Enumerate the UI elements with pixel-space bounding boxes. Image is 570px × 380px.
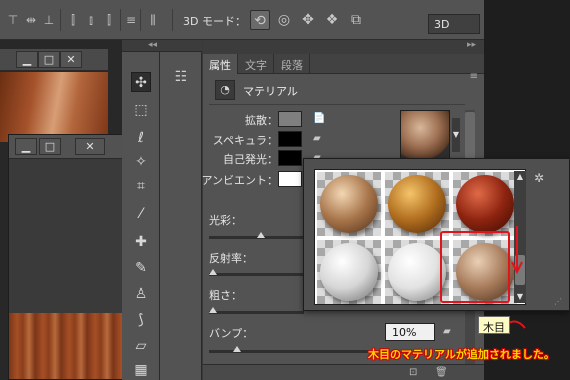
align-vcenter-icon[interactable]: ⇹ [24, 13, 38, 27]
bump-input[interactable]: 10% [385, 323, 435, 341]
slide-3d-icon[interactable]: ❖ [322, 10, 342, 30]
eraser-tool-icon[interactable]: ▱ [131, 336, 151, 356]
bump-folder-icon[interactable]: ▰ [443, 326, 457, 338]
document-canvas-wood [9, 313, 123, 379]
material-swatch [320, 175, 378, 233]
tab-character[interactable]: 文字 [239, 54, 274, 74]
divider [209, 104, 465, 105]
material-tooltip: 木目 [478, 316, 510, 334]
minimize-button[interactable]: ▁ [16, 51, 38, 68]
material-cell[interactable] [317, 172, 381, 236]
panel-collapse-bar[interactable]: ▸▸ [203, 40, 484, 54]
reflection-slider[interactable] [209, 273, 304, 276]
ambient-label: アンビエント： [201, 174, 278, 187]
bump-slider-thumb[interactable] [233, 346, 241, 352]
distribute-right-icon[interactable]: ⫿ [102, 13, 116, 27]
delete-icon[interactable]: 🗑 [435, 367, 448, 378]
document-canvas-wood [0, 72, 108, 142]
distribute-hcenter-icon[interactable]: ⫾ [84, 13, 98, 27]
scroll-up-icon[interactable]: ▲ [514, 171, 526, 183]
highlight-box [440, 231, 510, 303]
diffuse-swatch[interactable] [278, 111, 302, 127]
bump-label: バンプ： [209, 327, 254, 340]
distribute-left-icon[interactable]: ⫿ [66, 13, 80, 27]
separator [120, 9, 121, 31]
material-swatch [320, 243, 378, 301]
brush-tool-icon[interactable]: ✎ [131, 258, 151, 278]
tab-paragraph[interactable]: 段落 [275, 54, 310, 74]
crop-tool-icon[interactable]: ⌗ [131, 176, 151, 196]
rotate-3d-icon[interactable]: ⟲ [250, 10, 270, 30]
material-swatch [388, 175, 446, 233]
material-icon: ◔ [215, 80, 235, 100]
annotation-caption: 木目のマテリアルが追加されました。 [368, 348, 555, 361]
illumination-swatch[interactable] [278, 150, 302, 166]
reflection-label: 反射率： [209, 252, 253, 265]
diffuse-label: 拡散： [245, 114, 278, 127]
healing-brush-tool-icon[interactable]: ✚ [131, 232, 151, 252]
options-bar: ⊤ ⇹ ⊥ ⫿ ⫾ ⫿ ≡ ⫼ 3D モード： ⟲ ◎ ✥ ❖ ⧉ 3D [0, 0, 484, 40]
specular-folder-icon[interactable]: ▰ [313, 133, 327, 145]
resize-grip-icon[interactable]: ⋰ [554, 297, 562, 306]
document-window-2: ▁ □ ✕ [8, 134, 123, 380]
auto-align-icon[interactable]: ⫼ [146, 13, 160, 27]
eyedropper-tool-icon[interactable]: ⁄ [131, 204, 151, 224]
separator [172, 9, 173, 31]
drag-3d-icon[interactable]: ✥ [298, 10, 318, 30]
material-picker-dropdown-icon[interactable]: ▼ [452, 118, 460, 152]
material-cell[interactable] [317, 240, 381, 304]
specular-label: スペキュラ： [212, 134, 278, 147]
document-window-1-titlebar[interactable]: ▁ □ ✕ [0, 49, 108, 71]
align-top-icon[interactable]: ⊤ [6, 13, 20, 27]
workspace-select[interactable]: 3D [428, 14, 480, 34]
roughness-slider[interactable] [209, 311, 304, 314]
lasso-tool-icon[interactable]: ℓ [131, 128, 151, 148]
roll-3d-icon[interactable]: ◎ [274, 10, 294, 30]
maximize-button[interactable]: □ [38, 51, 60, 68]
collapse-arrows-icon[interactable]: ▸▸ [467, 40, 476, 50]
toolbox: ✣ ⬚ ℓ ✧ ⌗ ⁄ ✚ ✎ ♙ ⟆ ▱ ▦ [122, 52, 160, 380]
panel-title: マテリアル [243, 85, 298, 98]
shine-label: 光彩： [209, 214, 242, 227]
document-window-2-titlebar[interactable]: ▁ □ ✕ [9, 135, 123, 159]
panel-footer: ⊡ 🗑 [203, 364, 484, 380]
3d-mode-label: 3D モード： [183, 15, 246, 28]
move-tool-icon[interactable]: ✣ [131, 72, 151, 92]
history-brush-tool-icon[interactable]: ⟆ [131, 310, 151, 330]
gear-icon[interactable]: ✲ [534, 171, 544, 185]
magic-wand-tool-icon[interactable]: ✧ [131, 152, 151, 172]
specular-swatch[interactable] [278, 131, 302, 147]
material-preview-thumbnail[interactable] [400, 110, 450, 160]
properties-panel-icon[interactable]: ☷ [170, 66, 192, 88]
reflection-slider-thumb[interactable] [209, 269, 217, 275]
marquee-tool-icon[interactable]: ⬚ [131, 100, 151, 120]
material-picker-popup: ▲ ▼ ✲ ⋰ [303, 158, 570, 311]
roughness-slider-thumb[interactable] [209, 307, 217, 313]
material-cell[interactable] [385, 172, 449, 236]
align-bottom-icon[interactable]: ⊥ [42, 13, 56, 27]
material-swatch [388, 243, 446, 301]
clone-stamp-tool-icon[interactable]: ♙ [131, 284, 151, 304]
collapse-arrows-icon[interactable]: ◂◂ [148, 40, 157, 50]
minimize-button[interactable]: ▁ [15, 138, 37, 155]
distribute-top-icon[interactable]: ≡ [124, 13, 138, 27]
ambient-swatch[interactable] [278, 171, 302, 187]
roughness-label: 粗さ： [209, 289, 242, 302]
panel-dock: ☷ [160, 52, 202, 380]
gradient-tool-icon[interactable]: ▦ [131, 360, 151, 380]
tab-properties[interactable]: 属性 [203, 54, 238, 74]
panel-menu-icon[interactable]: ≡ [470, 71, 478, 82]
maximize-button[interactable]: □ [39, 138, 61, 155]
close-button[interactable]: ✕ [75, 138, 105, 155]
new-material-icon[interactable]: ⊡ [409, 367, 417, 378]
scale-3d-icon[interactable]: ⧉ [346, 10, 366, 30]
close-button[interactable]: ✕ [60, 51, 82, 68]
illumination-label: 自己発光： [223, 153, 278, 166]
collapse-strip[interactable]: ◂◂ [122, 40, 202, 52]
shine-slider-thumb[interactable] [257, 232, 265, 238]
diffuse-texture-icon[interactable]: 📄 [313, 113, 327, 125]
separator [140, 9, 141, 31]
panel-tabs: 属性 文字 段落 ≡ [203, 54, 484, 82]
separator [60, 9, 61, 31]
